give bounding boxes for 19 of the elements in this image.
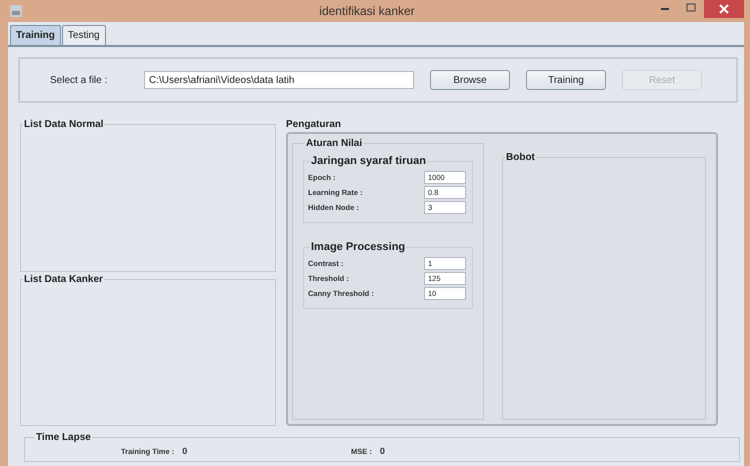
panel-title: List Data Normal (23, 119, 104, 130)
panel-title: List Data Kanker (23, 274, 104, 284)
stat-value: 0 (380, 446, 385, 456)
action-button[interactable]: Browse (430, 70, 510, 90)
group-title: Jaringan syaraf tiruan (310, 155, 427, 167)
app-icon (10, 5, 22, 17)
stat-value: 0 (182, 446, 188, 456)
panel-title: Bobot (505, 152, 536, 163)
window-title: identifikasi kanker (318, 4, 416, 18)
tab[interactable]: Testing (62, 25, 106, 45)
panel-title: Aturan Nilai (305, 138, 364, 149)
tab[interactable]: Training (10, 25, 61, 45)
file-path-field[interactable]: C:\Users\afriani\Videos\data latih (144, 71, 414, 89)
group-title: Image Processing (310, 241, 406, 253)
settings-title: Pengaturan (286, 119, 342, 132)
file-label: Select a file : (50, 74, 108, 86)
action-button[interactable]: Training (526, 70, 606, 90)
close-icon[interactable] (704, 0, 744, 18)
panel-title: Time Lapse (35, 432, 92, 443)
